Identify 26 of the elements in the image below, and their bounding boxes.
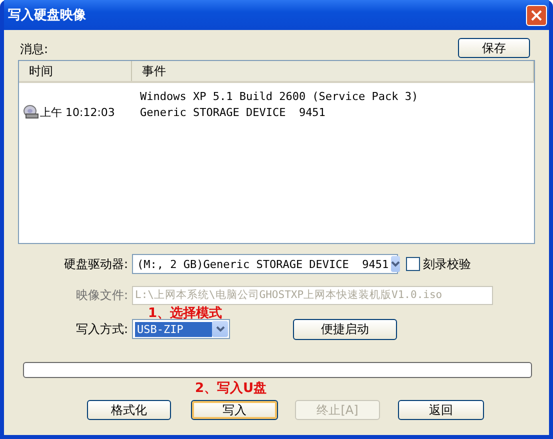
write-mode-label: 写入方式: [74,320,129,338]
verify-label: 刻录校验 [423,256,471,272]
message-time: 上午 10:12:03 [40,104,115,120]
dialog-button[interactable]: 写入 [191,400,278,420]
quick-boot-button[interactable]: 便捷启动 [293,318,397,340]
dialog-button[interactable]: 返回 [398,400,484,420]
image-file-label: 映像文件: [74,286,129,304]
drive-dropdown[interactable]: (M:, 2 GB)Generic STORAGE DEVICE 9451 [132,254,398,274]
chevron-down-icon [390,256,400,272]
step-annotation: 2、写入U盘 [195,380,267,397]
verify-checkbox[interactable] [406,257,420,271]
message-event: Windows XP 5.1 Build 2600 (Service Pack 3) [139,90,418,102]
messages-label: 消息: [19,41,48,58]
step-annotation: 1、选择模式 [148,305,222,322]
write-mode-dropdown[interactable]: USB-ZIP [132,319,230,339]
dialog-button[interactable]: 格式化 [87,400,171,420]
drive-label: 硬盘驱动器: [62,256,129,272]
save-button[interactable]: 保存 [458,38,530,58]
drive-icon [23,105,39,119]
close-icon [531,10,542,20]
column-header[interactable]: 事件 [132,61,534,81]
column-header[interactable]: 时间 [19,61,132,81]
window-title: 写入硬盘映像 [8,6,86,24]
close-button[interactable] [526,4,547,26]
message-event: Generic STORAGE DEVICE 9451 [139,106,326,118]
chevron-down-icon [212,321,228,337]
